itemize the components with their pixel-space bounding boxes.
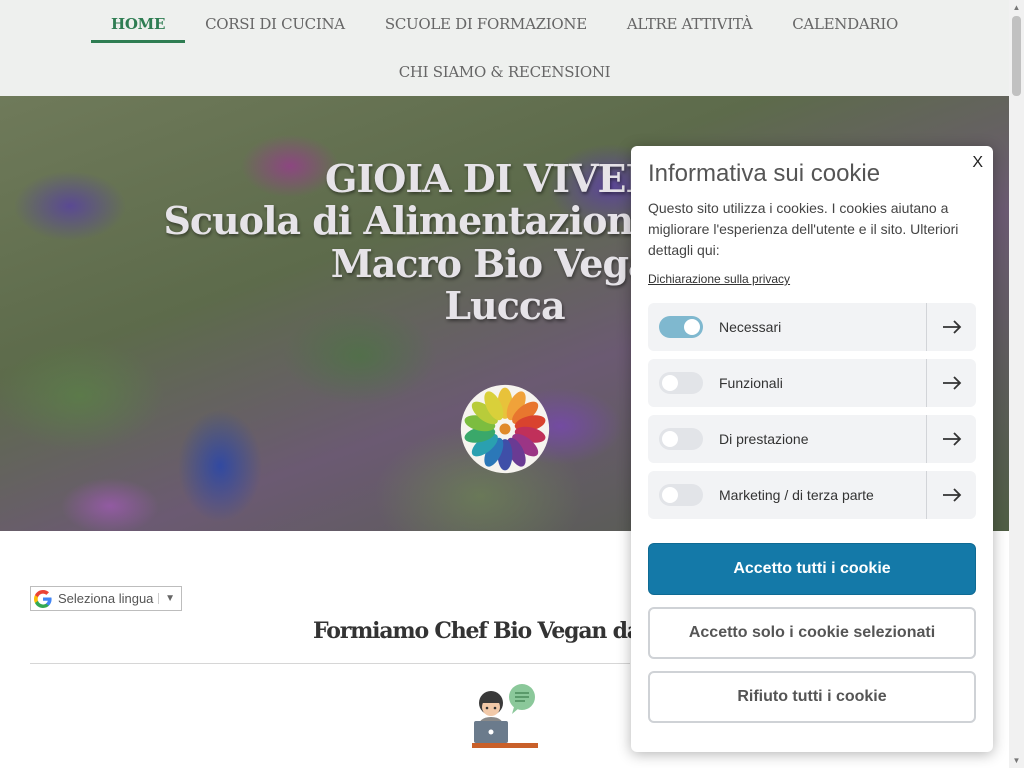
cookie-category-label: Marketing / di terza parte — [719, 487, 874, 503]
nav-row-primary: HOME CORSI DI CUCINA SCUOLE DI FORMAZION… — [0, 0, 1009, 48]
nav-item-calendario[interactable]: CALENDARIO — [772, 0, 918, 48]
google-icon — [34, 589, 52, 608]
accept-selected-cookies-button[interactable]: Accetto solo i cookie selezionati — [648, 607, 976, 659]
privacy-statement-link[interactable]: Dichiarazione sulla privacy — [648, 272, 790, 286]
marketing-toggle[interactable] — [659, 484, 703, 506]
arrow-right-icon[interactable] — [926, 415, 976, 463]
cookie-description: Questo sito utilizza i cookies. I cookie… — [648, 200, 959, 258]
arrow-right-icon[interactable] — [926, 471, 976, 519]
arrow-right-icon[interactable] — [926, 359, 976, 407]
teacher-chat-illustration-icon — [472, 684, 538, 748]
close-icon[interactable]: X — [972, 154, 983, 172]
scroll-up-icon[interactable]: ▲ — [1009, 0, 1024, 15]
nav-item-chi-siamo-recensioni[interactable]: CHI SIAMO & RECENSIONI — [379, 48, 631, 96]
accept-all-cookies-button[interactable]: Accetto tutti i cookie — [648, 543, 976, 595]
cookie-category-label: Necessari — [719, 319, 782, 335]
cookie-category-necessari: Necessari — [648, 303, 976, 351]
cookie-category-marketing: Marketing / di terza parte — [648, 471, 976, 519]
section-divider — [30, 663, 630, 664]
cookie-category-di-prestazione: Di prestazione — [648, 415, 976, 463]
nav-item-home[interactable]: HOME — [91, 0, 186, 48]
main-navigation: HOME CORSI DI CUCINA SCUOLE DI FORMAZION… — [0, 0, 1009, 96]
nav-item-scuole-di-formazione[interactable]: SCUOLE DI FORMAZIONE — [365, 0, 607, 48]
color-wheel-logo-icon — [460, 384, 550, 474]
cookie-consent-dialog: X Informativa sui cookie Questo sito uti… — [631, 146, 993, 752]
nav-row-secondary: CHI SIAMO & RECENSIONI — [0, 48, 1009, 96]
necessari-toggle[interactable] — [659, 316, 703, 338]
page-scrollbar[interactable]: ▲ ▼ — [1009, 0, 1024, 768]
dropdown-arrow-icon: ▼ — [158, 593, 181, 604]
cookie-dialog-title: Informativa sui cookie — [648, 160, 881, 187]
di-prestazione-toggle[interactable] — [659, 428, 703, 450]
reject-all-cookies-button[interactable]: Rifiuto tutti i cookie — [648, 671, 976, 723]
arrow-right-icon[interactable] — [926, 303, 976, 351]
section-title: Formiamo Chef Bio Vegan dal — [313, 618, 648, 644]
cookie-category-funzionali: Funzionali — [648, 359, 976, 407]
cookie-category-label: Di prestazione — [719, 431, 809, 447]
scrollbar-thumb[interactable] — [1012, 16, 1021, 96]
language-selector[interactable]: Seleziona lingua ▼ — [30, 586, 182, 611]
scroll-down-icon[interactable]: ▼ — [1009, 753, 1024, 768]
language-selector-label: Seleziona lingua — [58, 591, 154, 606]
cookie-category-label: Funzionali — [719, 375, 783, 391]
nav-item-altre-attivita[interactable]: ALTRE ATTIVITÀ — [607, 0, 772, 48]
nav-item-corsi-di-cucina[interactable]: CORSI DI CUCINA — [185, 0, 365, 48]
funzionali-toggle[interactable] — [659, 372, 703, 394]
